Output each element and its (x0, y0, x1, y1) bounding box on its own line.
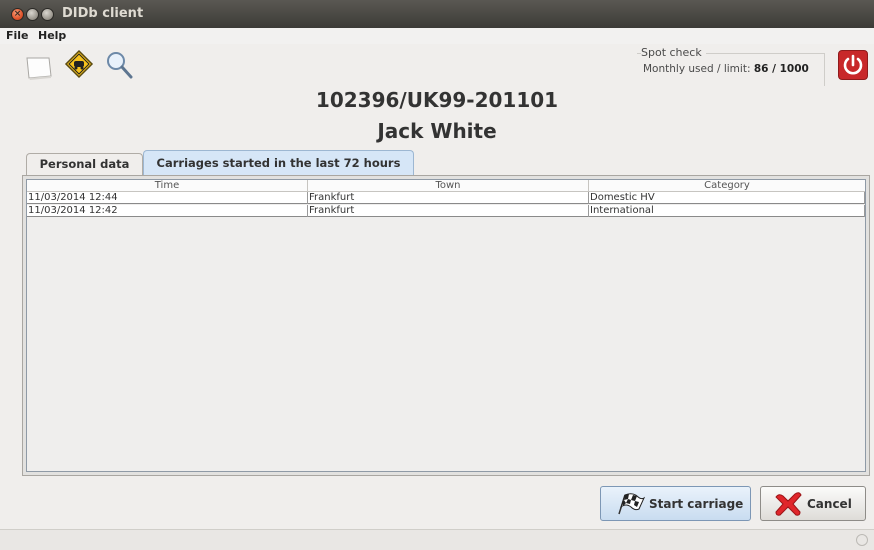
cancel-button[interactable]: Cancel (760, 486, 866, 521)
cell-time: 11/03/2014 12:42 (27, 205, 308, 217)
new-document-button[interactable] (24, 48, 54, 82)
spot-check-label: Monthly used / limit: (643, 63, 751, 75)
cell-category: International (589, 205, 865, 217)
person-name-heading: Jack White (377, 119, 497, 143)
window-minimize-button[interactable] (26, 8, 39, 21)
column-header-town[interactable]: Town (308, 180, 589, 192)
menu-bar: File Help (0, 28, 874, 44)
cell-town: Frankfurt (308, 205, 589, 217)
spot-check-value: 86 / 1000 (753, 63, 809, 75)
spot-check-legend: Spot check (641, 46, 706, 59)
power-button[interactable] (838, 50, 868, 80)
carriages-table[interactable]: Time Town Category 11/03/2014 12:44 Fran… (26, 179, 866, 472)
column-header-time[interactable]: Time (27, 180, 308, 192)
road-sign-button[interactable] (64, 48, 94, 82)
road-sign-icon (64, 49, 94, 79)
window-close-button[interactable]: × (11, 8, 24, 21)
table-header: Time Town Category (27, 180, 865, 192)
window-maximize-button[interactable] (41, 8, 54, 21)
tab-panel: Time Town Category 11/03/2014 12:44 Fran… (22, 175, 870, 476)
cancel-label: Cancel (807, 497, 852, 511)
table-row[interactable]: 11/03/2014 12:42 Frankfurt International (27, 205, 865, 217)
tab-personal-data[interactable]: Personal data (26, 153, 143, 176)
cell-time: 11/03/2014 12:44 (27, 192, 308, 204)
window-titlebar: × DIDb client (0, 0, 874, 28)
spot-check-group: Spot check Monthly used / limit: 86 / 10… (637, 46, 825, 86)
search-icon (107, 52, 133, 79)
status-indicator-icon (856, 534, 868, 546)
cell-town: Frankfurt (308, 192, 589, 204)
status-bar (0, 529, 874, 550)
search-button[interactable] (104, 48, 134, 82)
column-header-category[interactable]: Category (589, 180, 865, 192)
new-document-icon (26, 57, 52, 80)
window-title: DIDb client (62, 6, 144, 21)
spot-check-line: Monthly used / limit: 86 / 1000 (643, 63, 809, 75)
start-carriage-label: Start carriage (649, 497, 744, 511)
menu-help[interactable]: Help (38, 29, 66, 42)
table-row[interactable]: 11/03/2014 12:44 Frankfurt Domestic HV (27, 192, 865, 204)
start-carriage-button[interactable]: Start carriage (600, 486, 751, 521)
cell-category: Domestic HV (589, 192, 865, 204)
menu-file[interactable]: File (6, 29, 29, 42)
cancel-x-icon (775, 492, 802, 516)
power-icon (843, 54, 863, 75)
checkered-flag-icon (618, 493, 645, 515)
tab-carriages-72h[interactable]: Carriages started in the last 72 hours (143, 150, 414, 176)
record-id-heading: 102396/UK99-201101 (315, 88, 559, 112)
